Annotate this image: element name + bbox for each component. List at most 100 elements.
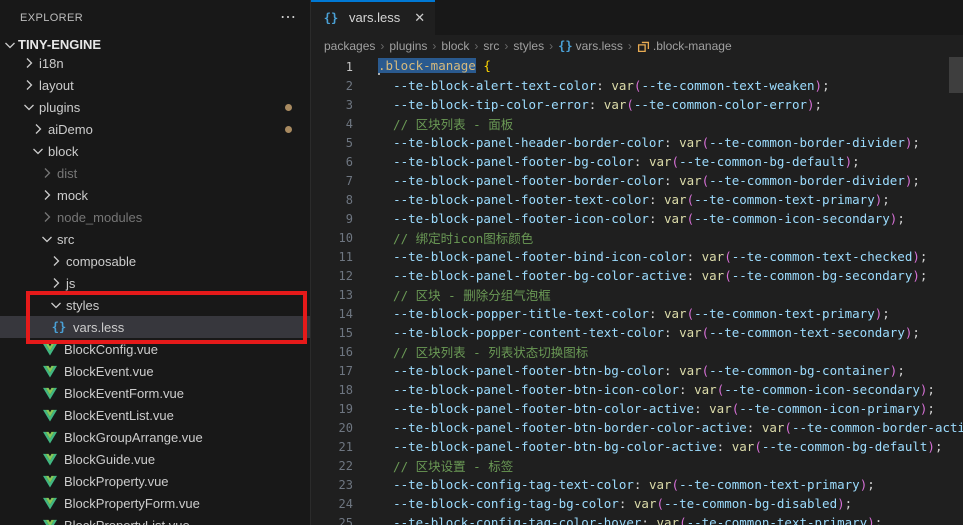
code-text: --te-block-panel-footer-border-color: va… — [393, 173, 920, 188]
code-line[interactable]: 16 // 区块列表 - 列表状态切换图标 — [311, 342, 963, 361]
breadcrumb-separator: › — [549, 39, 554, 53]
breadcrumb: packages › plugins › block › src › styles › {} vars… — [311, 35, 963, 57]
tree-folder-dist[interactable]: dist — [0, 162, 310, 184]
chevron-right-icon — [30, 121, 46, 137]
code-line[interactable]: 14 --te-block-popper-title-text-color: v… — [311, 304, 963, 323]
tree-item-label: mock — [57, 187, 89, 203]
tree-folder-layout[interactable]: layout — [0, 74, 310, 96]
explorer-title: EXPLORER — [20, 12, 84, 24]
less-file-icon: {} — [51, 320, 67, 334]
tree-file-blockeventlist-vue[interactable]: BlockEventList.vue — [0, 404, 310, 426]
tree-file-blockconfig-vue[interactable]: BlockConfig.vue — [0, 338, 310, 360]
tree-item-label: BlockGroupArrange.vue — [64, 429, 203, 445]
code-line[interactable]: 24 --te-block-config-tag-bg-color: var(-… — [311, 494, 963, 513]
tree-item-label: BlockGuide.vue — [64, 451, 156, 467]
tree-item-label: BlockProperty.vue — [64, 473, 169, 489]
breadcrumb-item-styles[interactable]: styles — [513, 39, 544, 53]
code-text: --te-block-panel-footer-btn-bg-color-act… — [393, 439, 943, 454]
tree-folder-aidemo[interactable]: aiDemo — [0, 118, 310, 140]
breadcrumb-label: styles — [513, 39, 545, 53]
code-text: --te-block-panel-footer-bind-icon-color:… — [393, 249, 928, 264]
tree-folder-node-modules[interactable]: node_modules — [0, 206, 310, 228]
code-text: --te-block-config-tag-bg-color: var(--te… — [393, 496, 853, 511]
line-number: 9 — [345, 211, 353, 226]
code-editor[interactable]: 1 .block-manage {2 --te-block-alert-text-… — [311, 57, 963, 525]
code-line[interactable]: 2 --te-block-alert-text-color: var(--te-… — [311, 76, 963, 95]
vertical-scrollbar-thumb[interactable] — [949, 57, 963, 93]
tree-file-vars-less[interactable]: {} vars.less — [0, 316, 310, 338]
code-line[interactable]: 12 --te-block-panel-footer-bg-color-acti… — [311, 266, 963, 285]
line-number: 18 — [338, 382, 353, 397]
code-line[interactable]: 10 // 绑定时icon图标颜色 — [311, 228, 963, 247]
modified-dot-badge — [285, 104, 292, 111]
vue-file-icon — [42, 451, 58, 467]
tree-folder-src[interactable]: src — [0, 228, 310, 250]
code-line[interactable]: 18 --te-block-panel-footer-btn-icon-colo… — [311, 380, 963, 399]
tree-folder-mock[interactable]: mock — [0, 184, 310, 206]
tree-file-blockgrouparrange-vue[interactable]: BlockGroupArrange.vue — [0, 426, 310, 448]
tree-root-tiny-engine[interactable]: TINY-ENGINE — [0, 36, 310, 53]
tree-item-label: node_modules — [57, 209, 143, 225]
code-line[interactable]: 8 --te-block-panel-footer-text-color: va… — [311, 190, 963, 209]
code-line[interactable]: 15 --te-block-popper-content-text-color:… — [311, 323, 963, 342]
vue-file-icon — [42, 517, 58, 525]
tree-file-blockpropertylist-vue[interactable]: BlockPropertyList.vue — [0, 514, 310, 525]
tree-folder-block[interactable]: block — [0, 140, 310, 162]
chevron-right-icon — [48, 275, 64, 291]
tree-file-blockeventform-vue[interactable]: BlockEventForm.vue — [0, 382, 310, 404]
breadcrumb-item-src[interactable]: src — [483, 39, 499, 53]
tree-item-label: BlockEvent.vue — [64, 363, 154, 379]
line-number: 4 — [345, 116, 353, 131]
tree-folder-composable[interactable]: composable — [0, 250, 310, 272]
explorer-more-actions-icon[interactable]: ⋯ — [280, 10, 296, 26]
tree-file-blockevent-vue[interactable]: BlockEvent.vue — [0, 360, 310, 382]
tree-item-label: block — [48, 143, 79, 159]
tree-file-blockpropertyform-vue[interactable]: BlockPropertyForm.vue — [0, 492, 310, 514]
code-line[interactable]: 13 // 区块 - 删除分组气泡框 — [311, 285, 963, 304]
code-line[interactable]: 23 --te-block-config-tag-text-color: var… — [311, 475, 963, 494]
code-line[interactable]: 17 --te-block-panel-footer-btn-bg-color:… — [311, 361, 963, 380]
breadcrumb-separator: › — [380, 39, 385, 53]
code-line[interactable]: 1 .block-manage { — [311, 57, 963, 76]
code-text: --te-block-alert-text-color: var(--te-co… — [393, 78, 830, 93]
tree-item-label: layout — [39, 77, 74, 93]
less-file-icon: {} — [323, 10, 339, 25]
tree-item-label: i18n — [39, 55, 64, 71]
tab-vars-less[interactable]: {} vars.less ✕ — [311, 0, 436, 35]
breadcrumb-item-packages[interactable]: packages — [324, 39, 375, 53]
code-line[interactable]: 3 --te-block-tip-color-error: var(--te-c… — [311, 95, 963, 114]
vue-file-icon — [42, 407, 58, 423]
code-line[interactable]: 4 // 区块列表 - 面板 — [311, 114, 963, 133]
breadcrumb-item-block[interactable]: block — [441, 39, 469, 53]
close-icon[interactable]: ✕ — [414, 10, 425, 26]
tree-item-label: BlockConfig.vue — [64, 341, 158, 357]
code-line[interactable]: 25 --te-block-config-tag-color-hover: va… — [311, 513, 963, 525]
tree-file-blockguide-vue[interactable]: BlockGuide.vue — [0, 448, 310, 470]
line-number: 10 — [338, 230, 353, 245]
line-number: 12 — [338, 268, 353, 283]
code-line[interactable]: 19 --te-block-panel-footer-btn-color-act… — [311, 399, 963, 418]
tree-item-label: BlockPropertyForm.vue — [64, 495, 200, 511]
code-line[interactable]: 21 --te-block-panel-footer-btn-bg-color-… — [311, 437, 963, 456]
breadcrumb-label: block — [441, 39, 470, 53]
code-text: --te-block-config-tag-color-hover: var(-… — [393, 515, 883, 525]
breadcrumb-item-vars-less[interactable]: {} vars.less — [558, 39, 623, 53]
tree-folder-i18n[interactable]: i18n — [0, 52, 310, 74]
code-line[interactable]: 6 --te-block-panel-footer-bg-color: var(… — [311, 152, 963, 171]
tree-folder-js[interactable]: js — [0, 272, 310, 294]
chevron-right-icon — [39, 209, 55, 225]
code-line[interactable]: 5 --te-block-panel-header-border-color: … — [311, 133, 963, 152]
code-line[interactable]: 11 --te-block-panel-footer-bind-icon-col… — [311, 247, 963, 266]
tree-folder-styles[interactable]: styles — [0, 294, 310, 316]
tree-file-blockproperty-vue[interactable]: BlockProperty.vue — [0, 470, 310, 492]
tree-item-label: aiDemo — [48, 121, 93, 137]
tree-folder-plugins[interactable]: plugins — [0, 96, 310, 118]
code-line[interactable]: 20 --te-block-panel-footer-btn-border-co… — [311, 418, 963, 437]
breadcrumb-item-plugins[interactable]: plugins — [389, 39, 427, 53]
breadcrumb-item--block-manage[interactable]: .block-manage — [637, 39, 732, 53]
code-line[interactable]: 7 --te-block-panel-footer-border-color: … — [311, 171, 963, 190]
chevron-down-icon — [30, 143, 46, 159]
code-line[interactable]: 9 --te-block-panel-footer-icon-color: va… — [311, 209, 963, 228]
breadcrumb-label: .block-manage — [652, 39, 732, 53]
code-line[interactable]: 22 // 区块设置 - 标签 — [311, 456, 963, 475]
